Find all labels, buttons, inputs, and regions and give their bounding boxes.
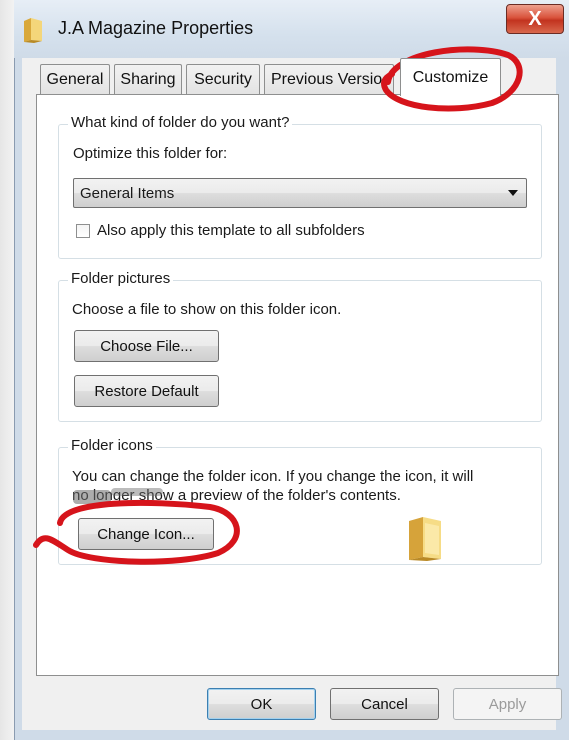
button-label: Choose File... <box>100 337 193 355</box>
apply-subfolders-checkbox[interactable] <box>76 224 90 238</box>
optimize-dropdown[interactable]: General Items <box>73 178 527 208</box>
window-title: J.A Magazine Properties <box>58 18 254 38</box>
close-icon: X <box>528 7 542 30</box>
cancel-button[interactable]: Cancel <box>330 688 439 720</box>
tab-label: General <box>46 70 104 88</box>
button-label: Cancel <box>361 695 408 713</box>
apply-subfolders-label[interactable]: Also apply this template to all subfolde… <box>97 222 365 239</box>
button-label: OK <box>250 695 273 713</box>
close-button[interactable]: X <box>506 4 564 34</box>
dropdown-selected-value: General Items <box>80 185 175 202</box>
folder-preview-icon <box>409 517 441 561</box>
folder-icons-group-label: Folder icons <box>68 437 156 454</box>
choose-file-button[interactable]: Choose File... <box>74 330 219 362</box>
folder-pictures-description: Choose a file to show on this folder ico… <box>72 301 342 318</box>
tab-customize[interactable]: Customize <box>400 58 501 96</box>
annotation-scribble <box>73 490 111 504</box>
button-label: Restore Default <box>94 382 199 400</box>
optimize-label: Optimize this folder for: <box>73 145 228 162</box>
change-icon-button[interactable]: Change Icon... <box>78 518 214 550</box>
tab-security[interactable]: Security <box>186 64 260 94</box>
folder-type-group-label: What kind of folder do you want? <box>68 114 293 131</box>
button-label: Apply <box>488 695 527 713</box>
tab-label: Customize <box>412 68 489 86</box>
apply-button[interactable]: Apply <box>453 688 562 720</box>
tab-label: Security <box>194 70 252 88</box>
folder-pictures-group-label: Folder pictures <box>68 270 174 287</box>
ok-button[interactable]: OK <box>207 688 316 720</box>
folder-icons-description-line1: You can change the folder icon. If you c… <box>72 468 474 485</box>
dropdown-arrow-icon <box>508 190 518 196</box>
tab-label: Previous Versio <box>271 70 383 88</box>
tab-general[interactable]: General <box>40 64 110 94</box>
tab-previous-versions[interactable]: Previous Versio <box>264 64 394 94</box>
annotation-scribble <box>111 488 163 496</box>
button-label: Change Icon... <box>97 525 195 543</box>
restore-default-button[interactable]: Restore Default <box>74 375 219 407</box>
tab-label: Sharing <box>120 70 176 88</box>
tab-sharing[interactable]: Sharing <box>114 64 182 94</box>
folder-icon <box>24 18 42 43</box>
